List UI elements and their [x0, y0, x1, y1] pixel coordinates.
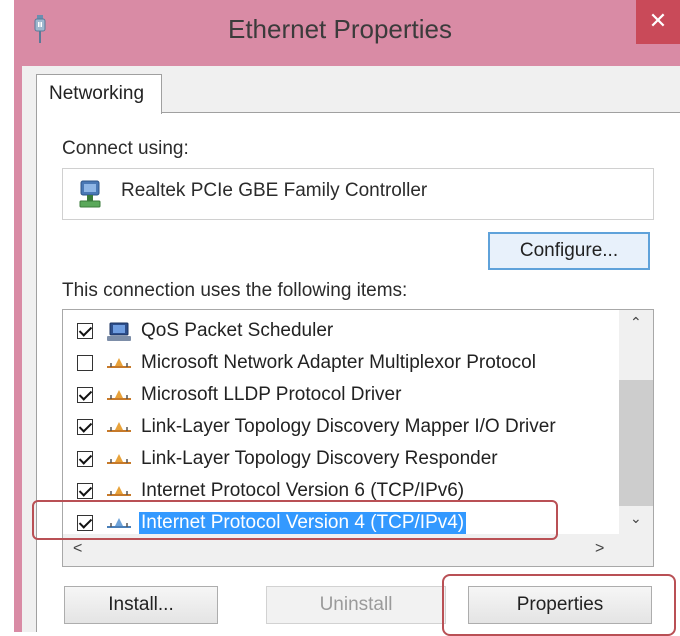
- list-item[interactable]: Microsoft Network Adapter Multiplexor Pr…: [63, 348, 619, 380]
- adapter-name: Realtek PCIe GBE Family Controller: [121, 180, 428, 201]
- item-label: Link-Layer Topology Discovery Responder: [141, 448, 498, 469]
- item-checkbox[interactable]: [77, 355, 93, 371]
- protocol-icon: [107, 390, 131, 400]
- item-checkbox[interactable]: [77, 323, 93, 339]
- scroll-down-icon[interactable]: ⌄: [630, 510, 642, 527]
- item-checkbox[interactable]: [77, 451, 93, 467]
- properties-highlight-annotation: [442, 574, 676, 636]
- protocol-icon: [107, 422, 131, 432]
- install-button[interactable]: Install...: [64, 586, 218, 624]
- item-label: Microsoft LLDP Protocol Driver: [141, 384, 402, 405]
- item-checkbox[interactable]: [77, 483, 93, 499]
- item-label: Link-Layer Topology Discovery Mapper I/O…: [141, 416, 556, 437]
- connect-using-label: Connect using:: [62, 138, 189, 159]
- adapter-field: Realtek PCIe GBE Family Controller: [62, 168, 654, 220]
- item-label: Microsoft Network Adapter Multiplexor Pr…: [141, 352, 536, 373]
- vertical-scroll-thumb[interactable]: [619, 380, 653, 506]
- scroll-left-icon[interactable]: <: [73, 540, 82, 558]
- close-icon: ✕: [648, 8, 668, 33]
- item-label: QoS Packet Scheduler: [141, 320, 334, 341]
- item-checkbox[interactable]: [77, 419, 93, 435]
- scroll-right-icon[interactable]: >: [595, 540, 604, 558]
- network-adapter-icon: [79, 180, 101, 208]
- list-item[interactable]: QoS Packet Scheduler: [63, 316, 619, 348]
- item-label: Internet Protocol Version 6 (TCP/IPv6): [141, 480, 465, 501]
- item-checkbox[interactable]: [77, 387, 93, 403]
- list-item[interactable]: Microsoft LLDP Protocol Driver: [63, 380, 619, 412]
- configure-button[interactable]: Configure...: [488, 232, 650, 270]
- protocol-icon: [107, 358, 131, 368]
- tab-networking-label: Networking: [49, 83, 145, 104]
- tab-networking[interactable]: Networking: [36, 74, 162, 114]
- list-item[interactable]: Link-Layer Topology Discovery Mapper I/O…: [63, 412, 619, 444]
- scroll-up-icon[interactable]: ⌃: [630, 314, 642, 331]
- items-label: This connection uses the following items…: [62, 280, 408, 301]
- qos-scheduler-icon: [107, 322, 131, 341]
- protocol-icon: [107, 486, 131, 496]
- list-item[interactable]: Link-Layer Topology Discovery Responder: [63, 444, 619, 476]
- uninstall-button[interactable]: Uninstall: [266, 586, 446, 624]
- protocol-icon: [107, 454, 131, 464]
- window-title: Ethernet Properties: [227, 14, 452, 44]
- close-button[interactable]: ✕: [636, 0, 680, 44]
- vertical-scrollbar[interactable]: ⌃ ⌄: [619, 310, 653, 534]
- selection-highlight-annotation: [32, 500, 558, 540]
